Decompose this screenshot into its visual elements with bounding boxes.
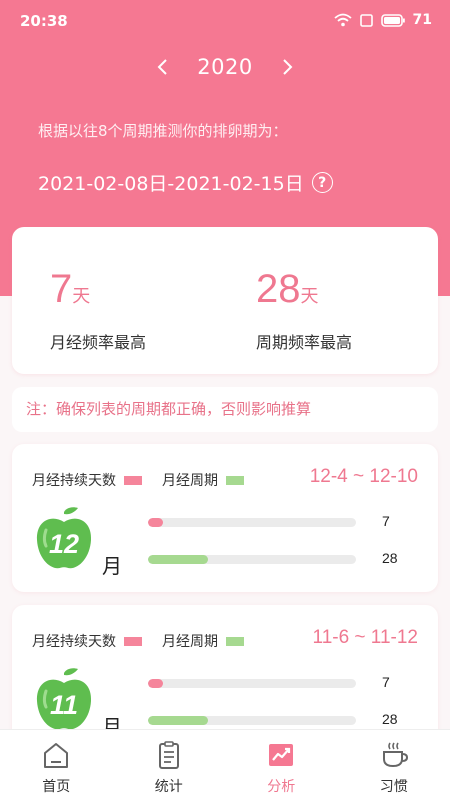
status-time: 20:38 bbox=[20, 12, 68, 30]
prev-year-button[interactable] bbox=[147, 52, 177, 82]
sim-icon bbox=[359, 13, 373, 27]
cycle-days-label: 周期频率最高 bbox=[256, 333, 353, 352]
legend-period-label: 月经持续天数 bbox=[32, 473, 116, 489]
year-label: 2020 bbox=[197, 55, 253, 79]
period-bar-fill bbox=[148, 679, 163, 688]
period-days-unit: 天 bbox=[72, 286, 91, 307]
stats-card: 7天 月经频率最高 28天 周期频率最高 bbox=[12, 227, 438, 374]
tab-home[interactable]: 首页 bbox=[0, 730, 113, 800]
legend: 月经持续天数 月经周期 bbox=[32, 470, 264, 490]
ovulation-range-text: 2021-02-08日-2021-02-15日 bbox=[38, 173, 304, 195]
cycle-days-value: 28 bbox=[256, 267, 301, 311]
cycle-days-value: 28 bbox=[382, 711, 398, 727]
period-bar-fill bbox=[148, 518, 163, 527]
period-days-label: 月经频率最高 bbox=[50, 333, 147, 352]
tab-stats-label: 统计 bbox=[154, 779, 183, 795]
period-days-value: 7 bbox=[382, 674, 390, 690]
apple-month-icon: 11 bbox=[36, 668, 92, 730]
cycle-days-unit: 天 bbox=[300, 286, 319, 307]
battery-level: 71 bbox=[412, 12, 432, 28]
chevron-left-icon bbox=[157, 59, 167, 75]
battery-icon bbox=[380, 13, 405, 27]
legend-cycle-swatch bbox=[226, 636, 244, 646]
apple-month-number: 11 bbox=[50, 690, 78, 720]
apple-month-icon: 12 bbox=[36, 507, 92, 569]
legend-period-label: 月经持续天数 bbox=[32, 634, 116, 650]
apple-month-number: 12 bbox=[49, 529, 79, 559]
cycle-bar-fill bbox=[148, 716, 209, 725]
period-days-value: 7 bbox=[50, 267, 73, 311]
ovulation-range: 2021-02-08日-2021-02-15日 ? bbox=[38, 169, 333, 196]
legend-period-swatch bbox=[124, 636, 142, 646]
period-days-stat: 7天 月经频率最高 bbox=[50, 267, 146, 353]
tab-habits[interactable]: 习惯 bbox=[338, 730, 450, 800]
status-icons: 71 bbox=[333, 12, 432, 28]
chart-icon bbox=[269, 744, 294, 766]
cycle-bar bbox=[148, 555, 356, 564]
period-days-value: 7 bbox=[382, 513, 390, 529]
legend-period-swatch bbox=[124, 475, 142, 485]
tab-stats[interactable]: 统计 bbox=[113, 730, 226, 800]
warning-note: 注：确保列表的周期都正确，否则影响推算 bbox=[12, 387, 438, 432]
predict-description: 根据以往8个周期推测你的排卵期为： bbox=[38, 122, 288, 140]
cycle-days-value: 28 bbox=[382, 550, 398, 566]
legend: 月经持续天数 月经周期 bbox=[32, 631, 264, 651]
period-bar bbox=[148, 679, 356, 688]
legend-cycle-swatch bbox=[226, 475, 244, 485]
clipboard-icon bbox=[158, 741, 179, 769]
tab-home-label: 首页 bbox=[42, 779, 71, 795]
cycle-bar bbox=[148, 716, 356, 725]
cycle-days-stat: 28天 周期频率最高 bbox=[256, 267, 352, 353]
cycle-bar-fill bbox=[148, 555, 209, 564]
cycle-card[interactable]: 月经持续天数 月经周期 12-4 ~ 12-10 12 月 7 28 bbox=[12, 444, 438, 592]
bottom-tab-bar: 首页 统计 分析 习惯 bbox=[0, 729, 450, 800]
legend-cycle-label: 月经周期 bbox=[162, 634, 218, 650]
year-navigator: 2020 bbox=[0, 50, 450, 84]
chevron-right-icon bbox=[283, 59, 293, 75]
home-icon bbox=[44, 743, 69, 768]
cup-icon bbox=[382, 742, 408, 768]
period-bar bbox=[148, 518, 356, 527]
cycle-date-range: 12-4 ~ 12-10 bbox=[309, 466, 418, 487]
help-icon[interactable]: ? bbox=[311, 172, 333, 193]
tab-analysis-label: 分析 bbox=[267, 779, 296, 795]
tab-analysis[interactable]: 分析 bbox=[225, 730, 338, 800]
wifi-icon bbox=[333, 13, 352, 27]
next-year-button[interactable] bbox=[273, 52, 303, 82]
legend-cycle-label: 月经周期 bbox=[162, 473, 218, 489]
tab-habits-label: 习惯 bbox=[379, 779, 408, 795]
month-label: 月 bbox=[102, 554, 122, 578]
cycle-date-range: 11-6 ~ 11-12 bbox=[312, 627, 418, 648]
status-bar: 20:38 71 bbox=[0, 0, 450, 44]
